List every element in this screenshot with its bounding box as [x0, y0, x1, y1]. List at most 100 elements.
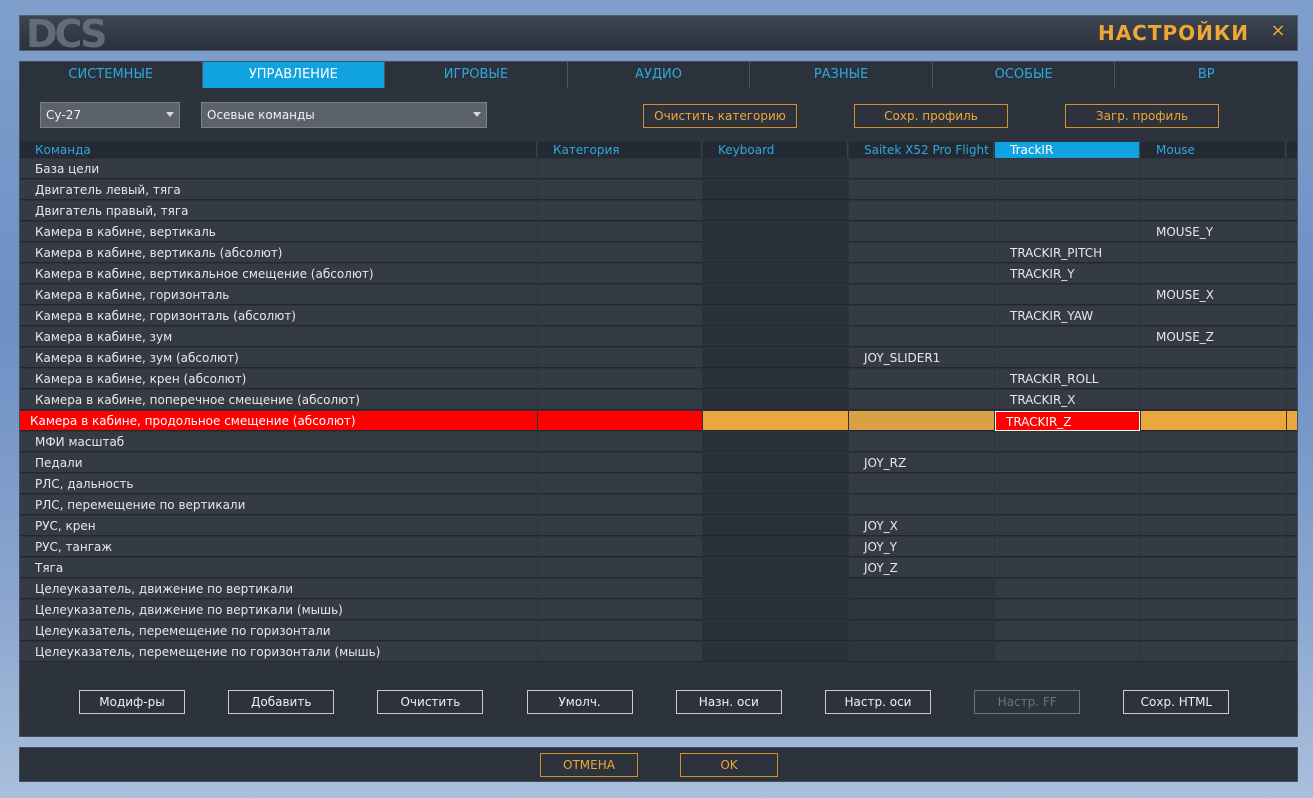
table-cell[interactable]: JOY_SLIDER1 — [849, 348, 994, 368]
table-row[interactable]: Тяга JOY_Z — [20, 558, 1297, 579]
table-cell[interactable] — [703, 642, 848, 662]
table-cell[interactable]: JOY_X — [849, 516, 994, 536]
table-cell[interactable]: Камера в кабине, вертикаль — [20, 222, 537, 242]
table-cell[interactable] — [995, 285, 1140, 305]
table-cell[interactable]: РЛС, дальность — [20, 474, 537, 494]
table-cell[interactable] — [538, 642, 702, 662]
table-cell[interactable] — [1141, 537, 1286, 557]
table-cell[interactable] — [703, 411, 848, 431]
tab-5[interactable]: ОСОБЫЕ — [932, 62, 1116, 88]
table-cell[interactable] — [849, 390, 994, 410]
tab-6[interactable]: ВР — [1115, 62, 1298, 88]
table-cell[interactable] — [849, 285, 994, 305]
table-cell[interactable] — [703, 537, 848, 557]
tab-0[interactable]: СИСТЕМНЫЕ — [20, 62, 203, 88]
table-cell[interactable]: Камера в кабине, горизонталь (абсолют) — [20, 306, 537, 326]
table-cell[interactable]: JOY_Z — [849, 558, 994, 578]
table-row[interactable]: Камера в кабине, вертикаль MOUSE_Y — [20, 222, 1297, 243]
table-cell[interactable] — [849, 264, 994, 284]
table-cell[interactable] — [849, 432, 994, 452]
table-cell[interactable] — [703, 264, 848, 284]
table-cell[interactable] — [703, 327, 848, 347]
table-row[interactable]: РЛС, дальность — [20, 474, 1297, 495]
table-cell[interactable]: TRACKIR_X — [995, 390, 1140, 410]
table-cell[interactable] — [538, 222, 702, 242]
table-cell[interactable]: Камера в кабине, зум (абсолют) — [20, 348, 537, 368]
table-cell[interactable] — [849, 642, 994, 662]
table-cell[interactable] — [703, 621, 848, 641]
table-row[interactable]: МФИ масштаб — [20, 432, 1297, 453]
table-cell[interactable] — [995, 516, 1140, 536]
table-cell[interactable]: MOUSE_X — [1141, 285, 1286, 305]
table-cell[interactable]: Педали — [20, 453, 537, 473]
table-row[interactable]: Целеуказатель, движение по вертикали (мы… — [20, 600, 1297, 621]
table-cell[interactable] — [538, 390, 702, 410]
table-row[interactable]: Двигатель правый, тяга — [20, 201, 1297, 222]
table-row[interactable]: Камера в кабине, поперечное смещение (аб… — [20, 390, 1297, 411]
table-row[interactable]: Целеуказатель, движение по вертикали — [20, 579, 1297, 600]
table-cell[interactable] — [538, 453, 702, 473]
action-button-3[interactable]: Умолч. — [526, 690, 633, 714]
table-cell[interactable] — [703, 201, 848, 221]
table-cell[interactable] — [538, 411, 702, 431]
table-cell[interactable] — [1141, 243, 1286, 263]
table-cell[interactable] — [849, 159, 994, 179]
table-cell[interactable] — [995, 579, 1140, 599]
table-cell[interactable] — [995, 222, 1140, 242]
table-cell[interactable] — [538, 600, 702, 620]
table-row[interactable]: Камера в кабине, вертикальное смещение (… — [20, 264, 1297, 285]
table-cell[interactable] — [1141, 180, 1286, 200]
table-cell[interactable] — [538, 264, 702, 284]
aircraft-select[interactable]: Су-27 — [40, 102, 180, 128]
ok-button[interactable]: OK — [680, 753, 778, 777]
table-cell[interactable] — [849, 201, 994, 221]
table-cell[interactable] — [995, 621, 1140, 641]
table-cell[interactable] — [703, 495, 848, 515]
table-cell[interactable] — [703, 306, 848, 326]
table-cell[interactable] — [538, 201, 702, 221]
tab-4[interactable]: РАЗНЫЕ — [750, 62, 933, 88]
table-cell[interactable] — [849, 579, 994, 599]
table-cell[interactable]: Целеуказатель, перемещение по горизонтал… — [20, 621, 537, 641]
table-cell[interactable]: РЛС, перемещение по вертикали — [20, 495, 537, 515]
table-row[interactable]: Камера в кабине, зум (абсолют) JOY_SLIDER… — [20, 348, 1297, 369]
table-cell[interactable] — [995, 642, 1140, 662]
table-cell[interactable] — [995, 432, 1140, 452]
table-cell[interactable] — [538, 285, 702, 305]
table-cell[interactable]: TRACKIR_YAW — [995, 306, 1140, 326]
table-cell[interactable]: TRACKIR_Y — [995, 264, 1140, 284]
table-cell[interactable] — [849, 222, 994, 242]
table-cell[interactable] — [703, 516, 848, 536]
column-header[interactable]: Команда — [20, 142, 537, 158]
table-cell[interactable] — [1141, 432, 1286, 452]
table-cell[interactable] — [703, 159, 848, 179]
load-profile-button[interactable]: Загр. профиль — [1065, 104, 1219, 128]
table-cell[interactable] — [849, 180, 994, 200]
table-cell[interactable]: TRACKIR_ROLL — [995, 369, 1140, 389]
save-profile-button[interactable]: Сохр. профиль — [854, 104, 1008, 128]
table-cell[interactable]: Камера в кабине, вертикальное смещение (… — [20, 264, 537, 284]
column-header[interactable]: Keyboard — [703, 142, 848, 158]
table-cell[interactable] — [1141, 411, 1286, 431]
table-cell[interactable]: Камера в кабине, горизонталь — [20, 285, 537, 305]
table-cell[interactable] — [849, 306, 994, 326]
table-cell[interactable] — [538, 159, 702, 179]
column-header[interactable]: TrackIR — [995, 142, 1140, 158]
table-cell[interactable] — [703, 180, 848, 200]
table-row[interactable]: РЛС, перемещение по вертикали — [20, 495, 1297, 516]
table-cell[interactable] — [703, 558, 848, 578]
column-header[interactable]: Категория — [538, 142, 702, 158]
table-cell[interactable] — [995, 495, 1140, 515]
table-cell[interactable] — [1141, 495, 1286, 515]
table-cell[interactable] — [703, 369, 848, 389]
table-cell[interactable] — [538, 579, 702, 599]
column-header[interactable]: Saitek X52 Pro Flight C — [849, 142, 994, 173]
table-cell[interactable] — [703, 432, 848, 452]
table-cell[interactable]: JOY_RZ — [849, 453, 994, 473]
table-cell[interactable] — [1141, 516, 1286, 536]
action-button-4[interactable]: Назн. оси — [675, 690, 782, 714]
table-cell[interactable] — [849, 327, 994, 347]
action-button-0[interactable]: Модиф-ры — [79, 690, 185, 714]
table-cell[interactable] — [538, 621, 702, 641]
table-cell[interactable] — [538, 495, 702, 515]
